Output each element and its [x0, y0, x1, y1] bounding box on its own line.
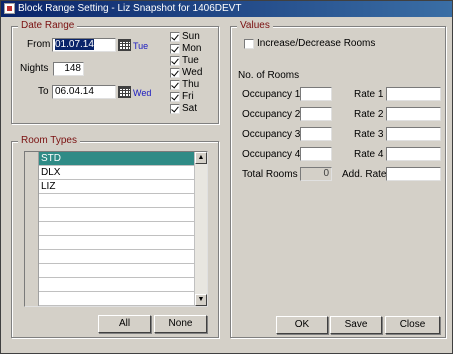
scroll-up-icon[interactable]: ▲ [195, 152, 207, 164]
empty-row [25, 250, 195, 264]
to-calendar-icon[interactable] [118, 86, 131, 98]
weekday-checkbox-fri[interactable] [170, 92, 180, 102]
weekday-label-sun: Sun [182, 31, 200, 42]
date-range-group: Date Range From 01.07.14 Tue Nights 148 … [11, 20, 219, 124]
no-of-rooms-label: No. of Rooms [238, 70, 300, 81]
save-button[interactable]: Save [330, 316, 382, 334]
total-rooms-value: 0 [300, 167, 332, 181]
from-calendar-icon[interactable] [118, 39, 131, 51]
weekday-label-sat: Sat [182, 103, 198, 114]
empty-row [25, 222, 195, 236]
occupancy-2-label: Occupancy 2 [242, 109, 301, 120]
room-types-scrollbar[interactable]: ▲ ▼ [194, 152, 207, 306]
nights-input[interactable]: 148 [53, 62, 84, 76]
nights-label: Nights [20, 63, 49, 74]
occupancy-3-label: Occupancy 3 [242, 129, 301, 140]
room-types-list[interactable]: STD DLX LIZ ▲ ▼ [24, 151, 208, 307]
add-rate-label: Add. Rate [342, 169, 387, 180]
room-type-row-std[interactable]: STD [25, 152, 195, 166]
block-range-setting-window: Block Range Setting - Liz Snapshot for 1… [0, 0, 453, 354]
to-day-label: Wed [133, 88, 152, 98]
ok-button[interactable]: OK [276, 316, 328, 334]
empty-row [25, 292, 195, 306]
rate-3-input[interactable] [386, 127, 441, 141]
increase-decrease-label: Increase/Decrease Rooms [257, 38, 376, 49]
occupancy-4-label: Occupancy 4 [242, 149, 301, 160]
empty-row [25, 236, 195, 250]
empty-row [25, 194, 195, 208]
empty-row [25, 208, 195, 222]
values-group: Values Increase/Decrease Rooms No. of Ro… [230, 20, 446, 338]
empty-row [25, 264, 195, 278]
app-icon [4, 3, 15, 14]
room-types-group: Room Types STD DLX LIZ ▲ ▼ All None [11, 135, 219, 338]
to-date-input[interactable]: 06.04.14 [52, 85, 116, 99]
weekday-label-wed: Wed [182, 67, 203, 78]
rate-4-label: Rate 4 [354, 149, 384, 160]
close-button[interactable]: Close [385, 316, 440, 334]
rate-1-label: Rate 1 [354, 89, 384, 100]
weekday-label-mon: Mon [182, 43, 202, 54]
none-button[interactable]: None [154, 315, 207, 333]
room-type-row-liz[interactable]: LIZ [25, 180, 195, 194]
occupancy-3-input[interactable] [300, 127, 332, 141]
rate-2-label: Rate 2 [354, 109, 384, 120]
weekday-label-tue: Tue [182, 55, 199, 66]
empty-row [25, 278, 195, 292]
weekday-checkbox-sat[interactable] [170, 104, 180, 114]
occupancy-1-label: Occupancy 1 [242, 89, 301, 100]
weekday-checkbox-tue[interactable] [170, 56, 180, 66]
room-type-label: STD [41, 153, 61, 164]
occupancy-2-input[interactable] [300, 107, 332, 121]
total-rooms-label: Total Rooms [242, 169, 298, 180]
values-legend: Values [237, 20, 273, 32]
scroll-down-icon[interactable]: ▼ [195, 294, 207, 306]
from-day-label: Tue [133, 41, 149, 51]
weekday-checkbox-wed[interactable] [170, 68, 180, 78]
weekday-checkbox-thu[interactable] [170, 80, 180, 90]
all-button[interactable]: All [98, 315, 151, 333]
occupancy-1-input[interactable] [300, 87, 332, 101]
rate-2-input[interactable] [386, 107, 441, 121]
room-type-label: DLX [41, 167, 61, 178]
room-types-legend: Room Types [18, 135, 80, 147]
to-label: To [38, 86, 49, 97]
occupancy-4-input[interactable] [300, 147, 332, 161]
rate-3-label: Rate 3 [354, 129, 384, 140]
rate-1-input[interactable] [386, 87, 441, 101]
window-title: Block Range Setting - Liz Snapshot for 1… [18, 3, 242, 14]
add-rate-input[interactable] [386, 167, 441, 181]
increase-decrease-checkbox[interactable] [244, 39, 254, 49]
weekday-label-thu: Thu [182, 79, 200, 90]
weekday-checkbox-sun[interactable] [170, 32, 180, 42]
from-label: From [27, 39, 51, 50]
date-range-legend: Date Range [18, 20, 78, 32]
room-type-row-dlx[interactable]: DLX [25, 166, 195, 180]
from-date-input[interactable]: 01.07.14 [52, 38, 116, 52]
rate-4-input[interactable] [386, 147, 441, 161]
room-type-label: LIZ [41, 181, 56, 192]
weekday-label-fri: Fri [182, 91, 194, 102]
title-bar: Block Range Setting - Liz Snapshot for 1… [1, 1, 452, 17]
weekday-checkbox-mon[interactable] [170, 44, 180, 54]
